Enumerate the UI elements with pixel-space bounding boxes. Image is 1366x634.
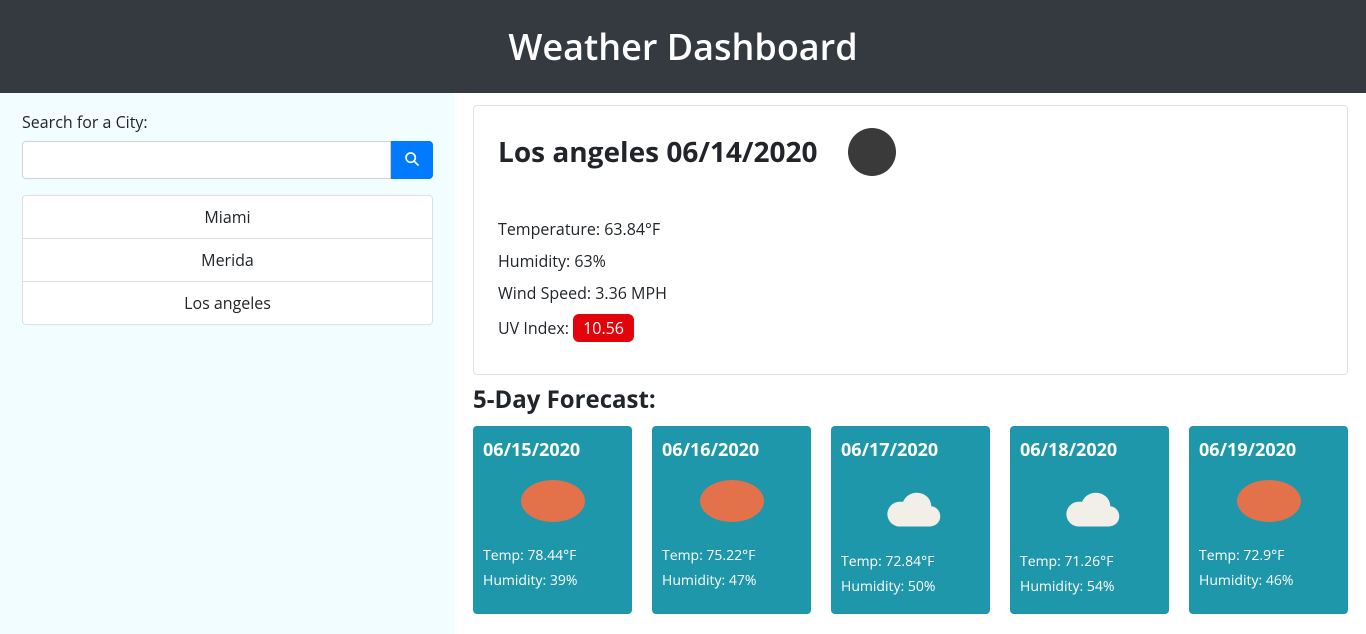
forecast-date: 06/19/2020: [1199, 438, 1338, 462]
forecast-date: 06/18/2020: [1020, 438, 1159, 462]
sidebar: Search for a City: Miami Merida Los ange…: [0, 93, 455, 634]
search-button[interactable]: [391, 141, 433, 179]
search-label: Search for a City:: [22, 111, 433, 133]
forecast-card-0: 06/15/2020 Temp: 78.44°F Humidity: 39%: [473, 426, 632, 614]
current-weather-icon: [848, 128, 896, 176]
forecast-temp: Temp: 72.84°F: [841, 552, 980, 571]
forecast-title: 5-Day Forecast:: [473, 383, 1348, 416]
forecast-card-4: 06/19/2020 Temp: 72.9°F Humidity: 46%: [1189, 426, 1348, 614]
forecast-card-3: 06/18/2020 Temp: 71.26°F Humidity: 54%: [1010, 426, 1169, 614]
current-humidity: Humidity: 63%: [498, 250, 1323, 272]
forecast-temp: Temp: 78.44°F: [483, 546, 622, 565]
forecast-temp: Temp: 71.26°F: [1020, 552, 1159, 571]
forecast-row: 06/15/2020 Temp: 78.44°F Humidity: 39% 0…: [473, 426, 1348, 614]
current-date: 06/14/2020: [666, 133, 817, 171]
main-content: Los angeles 06/14/2020 Temperature: 63.8…: [455, 93, 1366, 634]
current-city: Los angeles: [498, 133, 659, 171]
current-weather-card: Los angeles 06/14/2020 Temperature: 63.8…: [473, 105, 1348, 375]
main-container: Search for a City: Miami Merida Los ange…: [0, 93, 1366, 634]
current-wind-speed: Wind Speed: 3.36 MPH: [498, 282, 1323, 304]
history-item-los-angeles[interactable]: Los angeles: [23, 282, 432, 324]
search-group: [22, 141, 433, 179]
app-title: Weather Dashboard: [0, 22, 1366, 71]
history-item-miami[interactable]: Miami: [23, 196, 432, 239]
search-icon: [404, 151, 420, 170]
forecast-temp: Temp: 72.9°F: [1199, 546, 1338, 565]
search-input[interactable]: [22, 141, 391, 179]
forecast-humidity: Humidity: 46%: [1199, 571, 1338, 590]
history-list: Miami Merida Los angeles: [22, 195, 433, 325]
forecast-card-1: 06/16/2020 Temp: 75.22°F Humidity: 47%: [652, 426, 811, 614]
history-item-merida[interactable]: Merida: [23, 239, 432, 282]
forecast-date: 06/15/2020: [483, 438, 622, 462]
current-temperature: Temperature: 63.84°F: [498, 218, 1323, 240]
current-uv-index: UV Index: 10.56: [498, 314, 1323, 342]
current-city-date: Los angeles 06/14/2020: [498, 133, 818, 171]
sun-icon: [483, 480, 622, 522]
app-header: Weather Dashboard: [0, 0, 1366, 93]
forecast-temp: Temp: 75.22°F: [662, 546, 801, 565]
uv-badge: 10.56: [573, 314, 634, 342]
forecast-date: 06/17/2020: [841, 438, 980, 462]
forecast-card-2: 06/17/2020 Temp: 72.84°F Humidity: 50%: [831, 426, 990, 614]
cloud-icon: [1020, 480, 1159, 528]
forecast-humidity: Humidity: 50%: [841, 577, 980, 596]
current-title-row: Los angeles 06/14/2020: [498, 128, 1323, 176]
forecast-humidity: Humidity: 47%: [662, 571, 801, 590]
sun-icon: [1199, 480, 1338, 522]
forecast-humidity: Humidity: 54%: [1020, 577, 1159, 596]
forecast-date: 06/16/2020: [662, 438, 801, 462]
sun-icon: [662, 480, 801, 522]
forecast-humidity: Humidity: 39%: [483, 571, 622, 590]
cloud-icon: [841, 480, 980, 528]
